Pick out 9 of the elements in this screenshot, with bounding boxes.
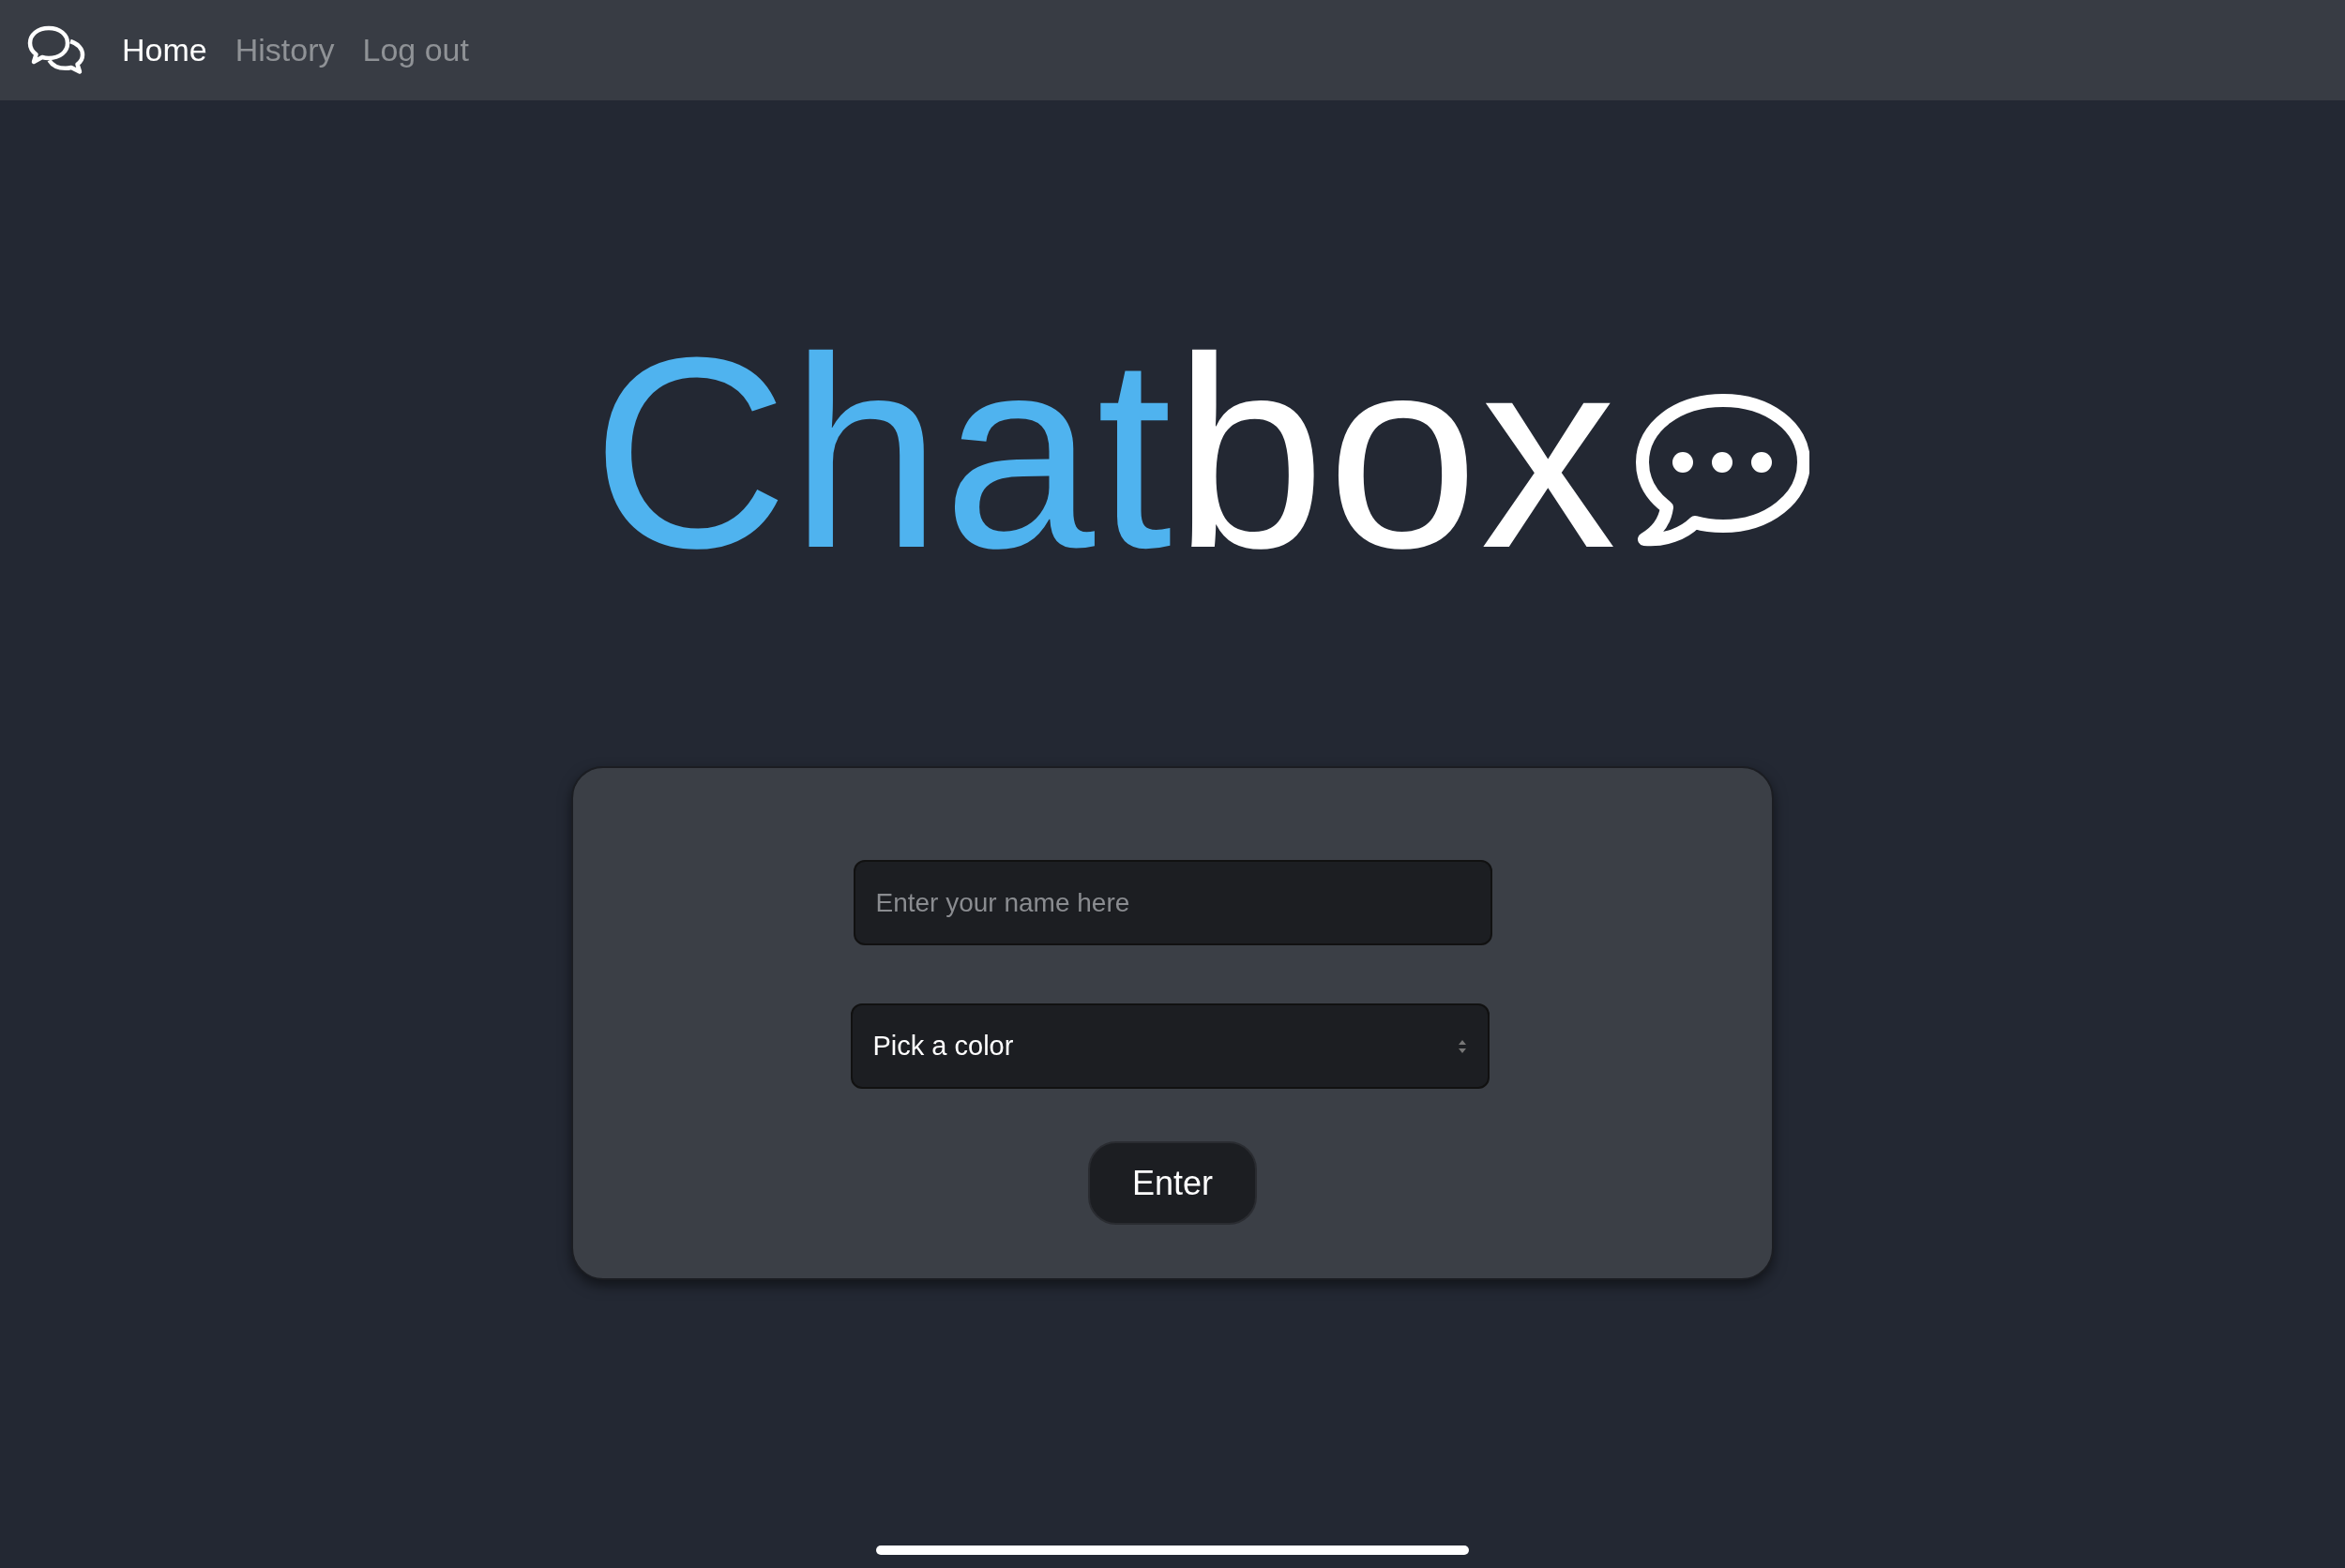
color-select[interactable]: Pick a color [850,1003,1490,1089]
name-input-field[interactable]: Enter your name here [853,860,1492,945]
nav-link[interactable]: Log out [362,32,469,68]
chat-bubbles-icon[interactable] [26,23,86,77]
sort-caret-icon [1457,1038,1467,1054]
nav-link[interactable]: Home [122,32,207,68]
app-title: Chatbox [591,316,1619,588]
nav-link[interactable]: History [234,32,335,68]
enter-button[interactable]: Enter [1088,1141,1257,1225]
